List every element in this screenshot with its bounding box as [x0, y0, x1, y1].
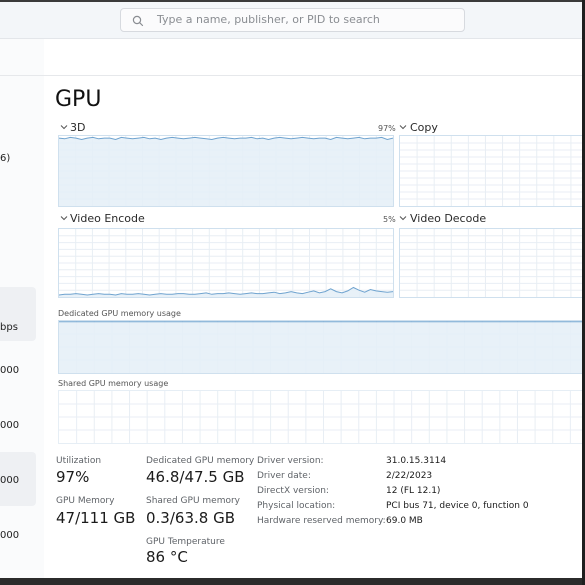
search-input[interactable]: Type a name, publisher, or PID to search	[157, 13, 380, 26]
sidebar-item-label: bps	[0, 322, 18, 333]
series-dedicated-area	[59, 321, 585, 373]
engine-3d-label[interactable]: 3D	[70, 121, 85, 134]
driver-date-value: 2/22/2023	[386, 471, 433, 481]
title-bar: Type a name, publisher, or PID to search	[0, 2, 585, 39]
driver-version-label: Driver version:	[257, 456, 324, 466]
header-divider	[0, 75, 585, 76]
engine-decode-label[interactable]: Video Decode	[410, 212, 486, 225]
shared-memory-label: Shared GPU memory	[146, 496, 240, 506]
engine-encode-percent: 5%	[383, 215, 396, 224]
chevron-down-icon[interactable]	[60, 215, 68, 221]
series-3d-area	[59, 137, 393, 206]
gpu-temperature-label: GPU Temperature	[146, 537, 225, 547]
sidebar-item-label: 6)	[0, 153, 11, 164]
page-title: GPU	[55, 87, 102, 112]
hardware-reserved-memory-label: Hardware reserved memory:	[257, 516, 386, 526]
engine-3d-percent: 97%	[378, 124, 396, 133]
physical-location-value: PCI bus 71, device 0, function 0	[386, 501, 529, 511]
chevron-down-icon[interactable]	[60, 124, 68, 130]
graph-3d	[58, 135, 394, 207]
sidebar-item-label: 000	[0, 365, 20, 376]
hardware-reserved-memory-value: 69.0 MB	[386, 516, 423, 526]
graph-copy	[399, 135, 585, 207]
graph-decode	[399, 228, 585, 298]
physical-location-label: Physical location:	[257, 501, 336, 511]
utilization-value: 97%	[56, 468, 90, 486]
engine-encode-label[interactable]: Video Encode	[70, 212, 145, 225]
window-bottom-edge	[0, 578, 585, 585]
chevron-down-icon[interactable]	[399, 215, 407, 221]
graph-encode-plot	[58, 229, 394, 297]
graph-copy-plot	[400, 136, 585, 206]
graph-dedicated-plot	[59, 321, 585, 373]
graph-dedicated-memory	[58, 320, 585, 374]
chevron-down-icon[interactable]	[399, 124, 407, 130]
graph-decode-plot	[400, 229, 585, 297]
shared-memory-value: 0.3/63.8 GB	[146, 509, 235, 527]
sidebar-item-label: 000	[0, 530, 20, 541]
driver-version-value: 31.0.15.3114	[386, 456, 447, 466]
graph-encode	[58, 228, 394, 298]
shared-memory-graph-label: Shared GPU memory usage	[58, 379, 169, 388]
search-box[interactable]: Type a name, publisher, or PID to search	[120, 8, 465, 32]
driver-date-label: Driver date:	[257, 471, 311, 481]
sidebar-item-label: 000	[0, 420, 20, 431]
graph-3d-plot	[58, 136, 394, 206]
graph-shared-plot	[59, 391, 585, 443]
directx-version-label: DirectX version:	[257, 486, 329, 496]
gpu-memory-label: GPU Memory	[56, 496, 115, 506]
engine-copy-label[interactable]: Copy	[410, 121, 438, 134]
sidebar-item-label: 000	[0, 475, 20, 486]
dedicated-memory-graph-label: Dedicated GPU memory usage	[58, 309, 181, 318]
gpu-temperature-value: 86 °C	[146, 548, 188, 566]
directx-version-value: 12 (FL 12.1)	[386, 486, 441, 496]
utilization-label: Utilization	[56, 456, 102, 466]
dedicated-memory-label: Dedicated GPU memory	[146, 456, 255, 466]
gpu-memory-value: 47/111 GB	[56, 509, 136, 527]
dedicated-memory-value: 46.8/47.5 GB	[146, 468, 245, 486]
search-icon	[131, 13, 145, 27]
graph-shared-memory	[58, 390, 585, 444]
